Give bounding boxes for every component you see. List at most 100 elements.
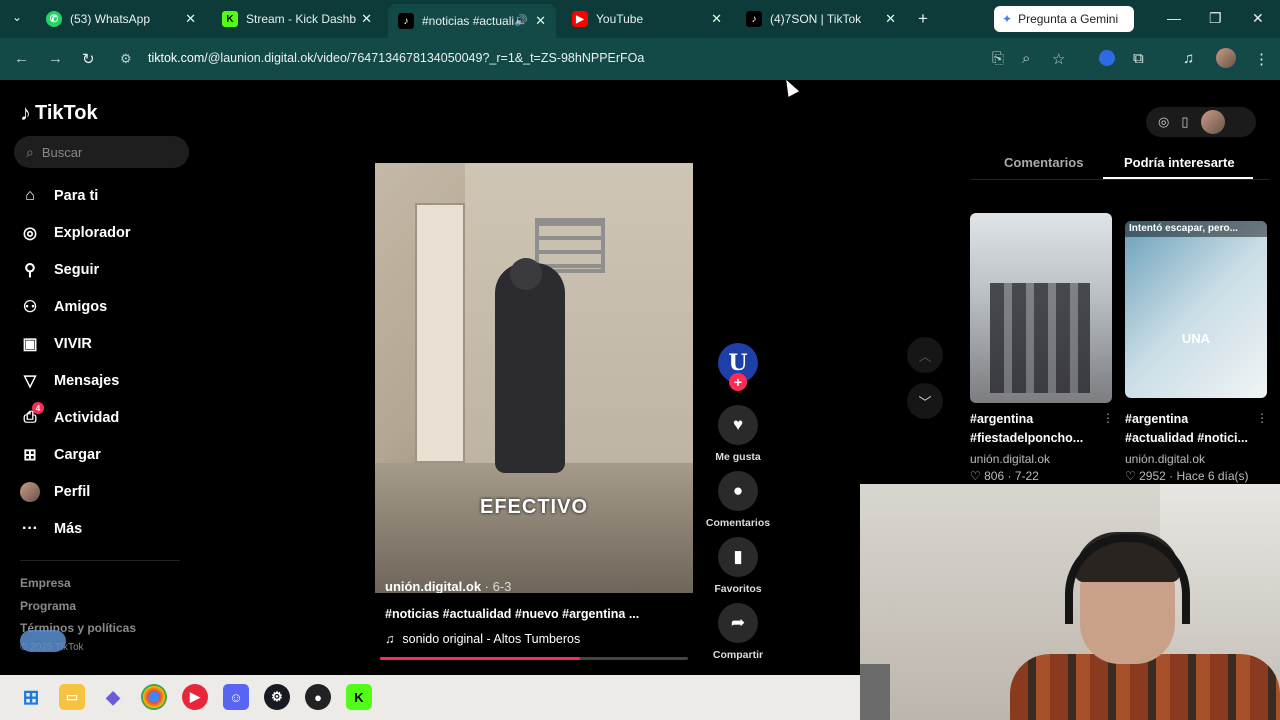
nav-perfil[interactable]: Perfil (20, 482, 90, 502)
friends-icon: ⚇ (22, 299, 38, 316)
nav-explorador[interactable]: ◎ Explorador (20, 223, 131, 243)
card-user[interactable]: unión.digital.ok (970, 452, 1050, 466)
site-info-icon[interactable]: ⚙ (120, 51, 132, 67)
close-tab-icon[interactable]: ✕ (711, 11, 722, 27)
suggested-thumbnail[interactable] (970, 213, 1112, 403)
nav-label: Amigos (54, 299, 108, 315)
card-likes: 806 (984, 469, 1005, 483)
search-input[interactable]: ⌕ Buscar (14, 136, 189, 168)
video-player[interactable]: EFECTIVO unión.digital.ok · 6-3 (375, 163, 693, 593)
chrome-icon[interactable] (141, 684, 167, 710)
close-tab-icon[interactable]: ✕ (185, 11, 196, 27)
tab-youtube[interactable]: ▶ YouTube ✕ (562, 4, 732, 34)
tab-podria-interesarte[interactable]: Podría interesarte (1124, 155, 1235, 170)
close-tab-icon[interactable]: ✕ (361, 11, 372, 27)
forward-icon[interactable]: → (48, 50, 63, 67)
card-title[interactable]: #argentina #actualidad #notici... (1125, 410, 1265, 448)
profile-avatar[interactable] (1216, 48, 1236, 68)
tab-comentarios[interactable]: Comentarios (1004, 155, 1083, 170)
tab-list-chevron-icon[interactable]: ⌄ (12, 10, 22, 24)
close-window-icon[interactable]: ✕ (1252, 10, 1264, 27)
card-title[interactable]: #argentina #fiestadelponcho... (970, 410, 1110, 448)
comment-bubble-icon: ● (732, 481, 744, 500)
like-button[interactable]: ♥ (718, 405, 758, 445)
floating-toggle-widget[interactable] (20, 630, 66, 652)
back-icon[interactable]: ← (14, 50, 29, 67)
zoom-icon[interactable]: ⌕ (1022, 50, 1030, 67)
discord-icon[interactable]: ☺ (223, 684, 249, 710)
author-name: unión.digital.ok (385, 579, 482, 593)
compass-small-icon[interactable]: ◎ (1158, 114, 1169, 130)
translate-icon[interactable]: ⎘ (992, 50, 1004, 67)
previous-video-button[interactable]: ︿ (907, 337, 943, 373)
file-explorer-icon[interactable]: ▭ (59, 684, 85, 710)
live-tv-icon: ▣ (22, 336, 38, 353)
video-scene (415, 203, 465, 463)
suggested-thumbnail[interactable]: Intentó escapar, pero... UNA (1125, 221, 1267, 398)
tiktok-icon: ♪ (398, 13, 414, 29)
nav-vivir[interactable]: ▣ VIVIR (20, 334, 91, 354)
obs-icon[interactable]: ● (305, 684, 331, 710)
webcam-scene (860, 664, 890, 720)
close-tab-icon[interactable]: ✕ (535, 13, 546, 29)
video-description[interactable]: #noticias #actualidad #nuevo #argentina … (385, 607, 639, 621)
extensions-puzzle-icon[interactable]: ⧉ (1133, 50, 1144, 67)
send-icon: ▽ (23, 373, 37, 390)
restore-icon[interactable]: ❐ (1209, 10, 1222, 27)
next-video-button[interactable]: ﹀ (907, 383, 943, 419)
comments-button[interactable]: ● (718, 471, 758, 511)
favorites-button[interactable]: ▮ (718, 537, 758, 577)
nav-amigos[interactable]: ⚇ Amigos (20, 297, 107, 317)
tab-kick[interactable]: K Stream - Kick Dashbo... ✕ (212, 4, 382, 34)
nav-label: Perfil (54, 484, 91, 500)
tab-tiktok-active[interactable]: ♪ #noticias #actuali... 🔊 ✕ (388, 4, 556, 38)
gemini-button[interactable]: ✦ Pregunta a Gemini (994, 6, 1134, 32)
logo-text: TikTok (35, 101, 98, 124)
video-author[interactable]: unión.digital.ok · 6-3 (385, 579, 511, 593)
chevron-down-icon: ﹀ (918, 394, 932, 410)
tiktok-logo[interactable]: ♪ TikTok (20, 100, 98, 126)
windows-start-icon[interactable]: ⊞ (18, 684, 44, 710)
bookmark-star-icon[interactable]: ☆ (1052, 50, 1065, 68)
card-more-icon[interactable]: ⋮ (1102, 411, 1114, 425)
reload-icon[interactable]: ↻ (82, 50, 95, 68)
nav-mas[interactable]: ··· Más (20, 519, 82, 539)
tab-label: (4)7SON | TikTok (770, 12, 862, 26)
nav-cargar[interactable]: ⊞ Cargar (20, 445, 100, 465)
card-more-icon[interactable]: ⋮ (1256, 411, 1268, 425)
minimize-icon[interactable]: — (1167, 10, 1181, 26)
media-player-icon[interactable]: ▶ (182, 684, 208, 710)
follow-plus-icon[interactable]: + (729, 373, 747, 391)
kick-taskbar-icon[interactable]: K (346, 684, 372, 710)
steam-icon[interactable]: ⚙ (264, 684, 290, 710)
new-tab-icon[interactable]: + (918, 9, 928, 29)
media-controls-icon[interactable]: ♫ (1183, 50, 1194, 67)
nav-mensajes[interactable]: ▽ Mensajes (20, 371, 119, 391)
tab-tiktok-7son[interactable]: ♪ (4)7SON | TikTok ✕ (736, 4, 906, 34)
share-button[interactable]: ➦ (718, 603, 758, 643)
nav-para-ti[interactable]: ⌂ Para ti (20, 186, 98, 206)
active-tab-underline (1103, 177, 1253, 179)
nav-seguir[interactable]: ⚲ Seguir (20, 260, 99, 280)
video-progress-bar[interactable] (380, 657, 688, 660)
footer-programa[interactable]: Programa (20, 599, 76, 613)
tab-whatsapp[interactable]: ✆ (53) WhatsApp ✕ (36, 4, 206, 34)
footer-empresa[interactable]: Empresa (20, 576, 71, 590)
card-user[interactable]: unión.digital.ok (1125, 452, 1205, 466)
device-icon[interactable]: ▯ (1181, 114, 1188, 130)
close-tab-icon[interactable]: ✕ (885, 11, 896, 27)
url-field[interactable]: tiktok.com/@launion.digital.ok/video/764… (148, 51, 644, 65)
speaker-icon[interactable]: 🔊 (514, 14, 528, 27)
extension-icon[interactable] (1099, 50, 1115, 66)
browser-menu-icon[interactable]: ⋮ (1254, 50, 1269, 68)
video-music[interactable]: ♫ sonido original - Altos Tumberos (385, 632, 580, 646)
more-icon: ··· (22, 520, 38, 537)
nav-label: Actividad (54, 410, 120, 426)
nav-actividad[interactable]: ⎙ 4 Actividad (20, 402, 120, 428)
tab-label: Stream - Kick Dashbo... (246, 12, 356, 26)
app-diamond-icon[interactable]: ◆ (100, 684, 126, 710)
video-overlay-text: EFECTIVO (479, 496, 588, 518)
mouse-cursor-icon (780, 77, 800, 97)
user-avatar[interactable] (1200, 110, 1225, 134)
video-scene (510, 258, 542, 290)
